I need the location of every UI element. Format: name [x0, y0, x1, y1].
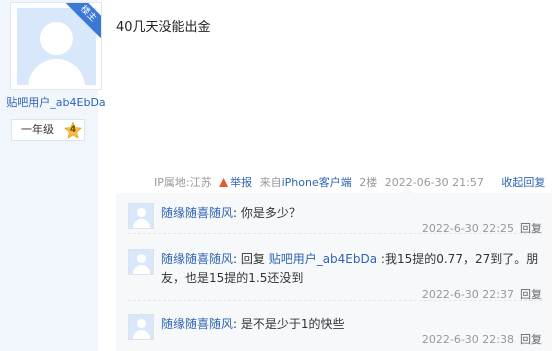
reply-avatar[interactable]	[128, 249, 154, 275]
reply-list: 随缘随喜随风: 你是多少？ 2022-6-30 22:25 回复 随缘随喜随风: …	[116, 193, 552, 351]
level-badge[interactable]: 一年级 4	[11, 119, 85, 141]
reply-box-arrow	[400, 186, 414, 193]
warning-icon	[219, 178, 229, 187]
post-content: 40几天没能出金	[116, 20, 211, 35]
ip-location: IP属地:江苏	[154, 176, 212, 189]
reply-button[interactable]: 回复	[520, 333, 542, 346]
reply-meta: 2022-6-30 22:38 回复	[422, 333, 542, 347]
level-name: 一年级	[21, 123, 54, 136]
reply-text: 随缘随喜随风: 是不是少于1的快些	[161, 317, 345, 331]
client-link[interactable]: iPhone客户端	[282, 176, 352, 189]
reply-author-link[interactable]: 随缘随喜随风	[161, 206, 233, 220]
client-info: 来自iPhone客户端	[259, 176, 352, 189]
mention-link[interactable]: 贴吧用户_ab4EbDa	[269, 252, 377, 266]
reply-avatar[interactable]	[128, 314, 154, 340]
fold-replies-link[interactable]: 收起回复	[501, 176, 545, 189]
reply-content: 是不是少于1的快些	[240, 317, 345, 331]
reply-time: 2022-6-30 22:38	[421, 333, 514, 346]
reply-text: 随缘随喜随风: 回复 贴吧用户_ab4EbDa :我15提的0.77，27到了。…	[161, 252, 539, 285]
reply-divider	[128, 300, 542, 301]
post-tail: IP属地:江苏 举报 来自iPhone客户端 2楼 2022-06-30 21:…	[150, 175, 545, 191]
reply-avatar[interactable]	[128, 203, 154, 229]
author-avatar[interactable]: 楼主	[10, 2, 102, 90]
reply-author-link[interactable]: 随缘随喜随风	[161, 252, 233, 266]
reply-author-link[interactable]: 随缘随喜随风	[161, 317, 233, 331]
level-number: 4	[69, 125, 77, 135]
reply-divider	[128, 233, 542, 234]
reply-text: 随缘随喜随风: 你是多少？	[161, 206, 301, 220]
report-link[interactable]: 举报	[219, 176, 252, 189]
author-sidebar: 楼主 贴吧用户_ab4EbDa 一年级 4	[0, 0, 106, 351]
report-label: 举报	[230, 176, 253, 189]
author-name-link[interactable]: 贴吧用户_ab4EbDa	[0, 95, 112, 111]
floor-number: 2楼	[359, 176, 378, 189]
reply-content: 你是多少？	[240, 206, 301, 220]
